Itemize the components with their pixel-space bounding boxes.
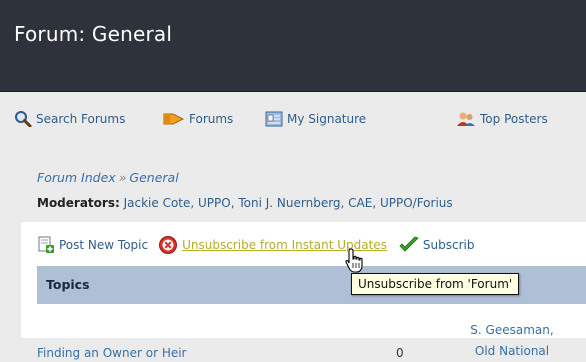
forum-nav-bar: Search Forums Forums My Signature Top Po… xyxy=(0,104,586,134)
forums-icon xyxy=(163,113,185,125)
nav-my-signature[interactable]: My Signature xyxy=(265,109,366,129)
post-new-topic-button[interactable]: Post New Topic xyxy=(37,236,148,254)
breadcrumb-forum-index[interactable]: Forum Index xyxy=(37,170,116,185)
last-post-line2: Old National xyxy=(474,344,550,358)
signature-icon xyxy=(265,111,283,127)
moderators-line: Moderators: Jackie Cote, UPPO, Toni J. N… xyxy=(37,196,453,210)
page-title: Forum: General xyxy=(14,22,173,46)
nav-search-forums[interactable]: Search Forums xyxy=(14,109,125,129)
topic-title-link[interactable]: Finding an Owner or Heir xyxy=(37,346,187,360)
moderators-list[interactable]: Jackie Cote, UPPO, Toni J. Nuernberg, CA… xyxy=(124,196,453,210)
checkmark-icon xyxy=(399,236,419,252)
breadcrumb: Forum Index» General xyxy=(37,170,179,185)
nav-search-forums-label: Search Forums xyxy=(36,112,126,126)
topic-reply-count: 0 xyxy=(396,346,404,360)
breadcrumb-general[interactable]: General xyxy=(129,170,178,185)
subscribe-label: Subscrib xyxy=(422,238,475,252)
nav-top-posters[interactable]: Top Posters xyxy=(456,109,548,129)
nav-my-signature-label: My Signature xyxy=(287,112,367,126)
top-posters-icon xyxy=(457,112,475,126)
last-post-line1: S. Geesaman, xyxy=(470,323,554,337)
hand-cursor-icon xyxy=(345,248,363,273)
post-new-topic-label: Post New Topic xyxy=(59,238,149,252)
page-header: Forum: General xyxy=(0,0,586,92)
nav-forums-label: Forums xyxy=(189,112,234,126)
topic-actions-bar: Post New Topic Unsubscribe from Instant … xyxy=(37,234,475,256)
post-new-topic-icon xyxy=(38,236,54,253)
unsubscribe-tooltip: Unsubscribe from 'Forum' xyxy=(351,273,520,295)
unsubscribe-icon xyxy=(159,236,178,254)
breadcrumb-separator: » xyxy=(118,170,127,185)
search-icon xyxy=(15,111,32,127)
nav-forums[interactable]: Forums xyxy=(163,109,233,129)
topics-column-header[interactable]: Topics xyxy=(46,277,90,292)
nav-top-posters-label: Top Posters xyxy=(480,112,548,126)
topic-last-post[interactable]: S. Geesaman, Old National xyxy=(447,320,577,362)
subscribe-button[interactable]: Subscrib xyxy=(399,236,475,254)
moderators-label: Moderators: xyxy=(37,196,120,210)
